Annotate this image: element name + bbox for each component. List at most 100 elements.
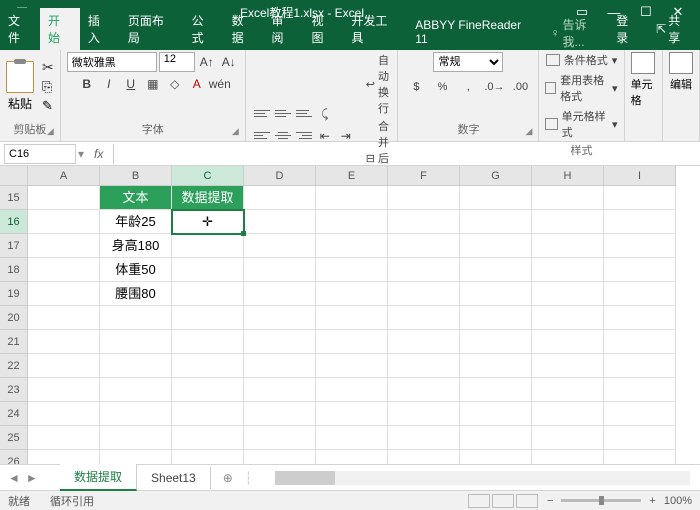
- cell-G15[interactable]: [460, 186, 532, 210]
- cell-B17[interactable]: 身高180: [100, 234, 172, 258]
- cell-I22[interactable]: [604, 354, 676, 378]
- cell-G22[interactable]: [460, 354, 532, 378]
- cell-I17[interactable]: [604, 234, 676, 258]
- border-button[interactable]: ▦: [143, 74, 163, 94]
- cell-I25[interactable]: [604, 426, 676, 450]
- cell-I20[interactable]: [604, 306, 676, 330]
- fx-icon[interactable]: fx: [94, 147, 103, 161]
- tab-developer[interactable]: 开发工具: [343, 8, 407, 50]
- cell-F17[interactable]: [388, 234, 460, 258]
- orientation-button[interactable]: ⤹: [315, 104, 335, 124]
- cell-styles-button[interactable]: 单元格样式▾: [545, 108, 617, 140]
- cell-A22[interactable]: [28, 354, 100, 378]
- increase-decimal-button[interactable]: .0→: [482, 77, 506, 97]
- cell-H17[interactable]: [532, 234, 604, 258]
- cell-C24[interactable]: [172, 402, 244, 426]
- name-box[interactable]: C16: [4, 144, 76, 164]
- cell-D20[interactable]: [244, 306, 316, 330]
- font-color-button[interactable]: A: [187, 74, 207, 94]
- tab-page-layout[interactable]: 页面布局: [120, 8, 184, 50]
- row-header-15[interactable]: 15: [0, 186, 28, 210]
- select-all-corner[interactable]: [0, 166, 28, 186]
- cell-B21[interactable]: [100, 330, 172, 354]
- cell-B15[interactable]: 文本: [100, 186, 172, 210]
- copy-icon[interactable]: ⎘: [42, 79, 54, 95]
- cell-F18[interactable]: [388, 258, 460, 282]
- cell-D19[interactable]: [244, 282, 316, 306]
- cell-D21[interactable]: [244, 330, 316, 354]
- cell-H21[interactable]: [532, 330, 604, 354]
- cell-E23[interactable]: [316, 378, 388, 402]
- tab-home[interactable]: 开始: [40, 8, 80, 50]
- cell-G16[interactable]: [460, 210, 532, 234]
- tab-insert[interactable]: 插入: [80, 8, 120, 50]
- cell-D15[interactable]: [244, 186, 316, 210]
- cell-H16[interactable]: [532, 210, 604, 234]
- cell-H20[interactable]: [532, 306, 604, 330]
- cell-A19[interactable]: [28, 282, 100, 306]
- cell-F22[interactable]: [388, 354, 460, 378]
- page-layout-view-button[interactable]: [492, 494, 514, 508]
- cell-D22[interactable]: [244, 354, 316, 378]
- row-header-25[interactable]: 25: [0, 426, 28, 450]
- cell-A25[interactable]: [28, 426, 100, 450]
- table-format-button[interactable]: 套用表格格式▾: [545, 72, 617, 104]
- cell-A21[interactable]: [28, 330, 100, 354]
- cell-I23[interactable]: [604, 378, 676, 402]
- cell-C21[interactable]: [172, 330, 244, 354]
- cell-H23[interactable]: [532, 378, 604, 402]
- increase-font-icon[interactable]: A↑: [197, 52, 217, 72]
- tab-view[interactable]: 视图: [303, 8, 343, 50]
- tab-formulas[interactable]: 公式: [184, 8, 224, 50]
- column-header-F[interactable]: F: [388, 166, 460, 186]
- cell-E16[interactable]: [316, 210, 388, 234]
- bold-button[interactable]: B: [77, 74, 97, 94]
- cell-C25[interactable]: [172, 426, 244, 450]
- cell-A17[interactable]: [28, 234, 100, 258]
- row-header-16[interactable]: 16: [0, 210, 28, 234]
- zoom-in-button[interactable]: +: [649, 495, 655, 507]
- horizontal-scrollbar[interactable]: [275, 471, 690, 485]
- column-header-C[interactable]: C: [172, 166, 244, 186]
- row-header-21[interactable]: 21: [0, 330, 28, 354]
- cell-F25[interactable]: [388, 426, 460, 450]
- zoom-slider[interactable]: [561, 499, 641, 502]
- cell-F26[interactable]: [388, 450, 460, 464]
- cell-B26[interactable]: [100, 450, 172, 464]
- cell-E26[interactable]: [316, 450, 388, 464]
- cell-F19[interactable]: [388, 282, 460, 306]
- cell-A26[interactable]: [28, 450, 100, 464]
- cell-E18[interactable]: [316, 258, 388, 282]
- row-header-22[interactable]: 22: [0, 354, 28, 378]
- cell-B20[interactable]: [100, 306, 172, 330]
- cell-D24[interactable]: [244, 402, 316, 426]
- cell-D25[interactable]: [244, 426, 316, 450]
- cell-A16[interactable]: [28, 210, 100, 234]
- column-header-I[interactable]: I: [604, 166, 676, 186]
- cell-E19[interactable]: [316, 282, 388, 306]
- cell-I18[interactable]: [604, 258, 676, 282]
- number-launcher-icon[interactable]: ◢: [526, 126, 533, 137]
- underline-button[interactable]: U: [121, 74, 141, 94]
- decrease-font-icon[interactable]: A↓: [219, 52, 239, 72]
- cell-H22[interactable]: [532, 354, 604, 378]
- tell-me-search[interactable]: ♀ 告诉我...: [550, 16, 608, 50]
- row-header-26[interactable]: 26: [0, 450, 28, 464]
- cell-G24[interactable]: [460, 402, 532, 426]
- namebox-dropdown-icon[interactable]: ▾: [78, 147, 84, 161]
- cell-G26[interactable]: [460, 450, 532, 464]
- format-painter-icon[interactable]: ✎: [42, 98, 54, 114]
- italic-button[interactable]: I: [99, 74, 119, 94]
- phonetic-button[interactable]: wén: [209, 74, 229, 94]
- scrollbar-thumb[interactable]: [275, 471, 335, 485]
- cell-I26[interactable]: [604, 450, 676, 464]
- row-header-17[interactable]: 17: [0, 234, 28, 258]
- cell-C22[interactable]: [172, 354, 244, 378]
- column-header-H[interactable]: H: [532, 166, 604, 186]
- sheet-tab-2[interactable]: Sheet13: [137, 467, 211, 489]
- font-name-select[interactable]: 微软雅黑: [67, 52, 157, 72]
- align-top-button[interactable]: [252, 104, 272, 122]
- font-size-select[interactable]: 12: [159, 52, 195, 72]
- cell-D23[interactable]: [244, 378, 316, 402]
- cell-D26[interactable]: [244, 450, 316, 464]
